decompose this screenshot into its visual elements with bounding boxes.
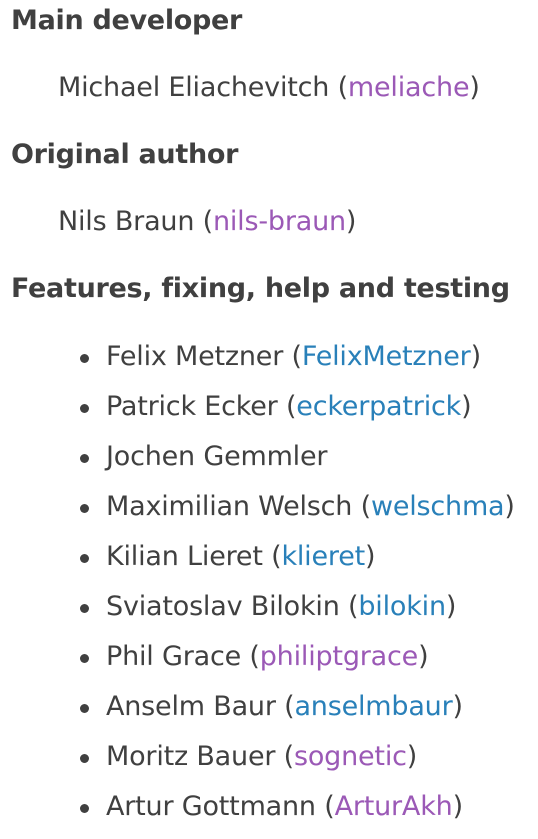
list-item: Phil Grace (philiptgrace) xyxy=(0,639,538,689)
bullet-icon xyxy=(80,804,89,813)
list-item: Maximilian Welsch (welschma) xyxy=(0,489,538,539)
main-developer-handle-link[interactable]: meliache xyxy=(348,72,470,103)
contributor-name: Patrick Ecker xyxy=(106,391,278,422)
original-author-heading: Original author xyxy=(11,139,239,170)
original-author-handle-link[interactable]: nils-braun xyxy=(213,206,346,237)
bullet-icon xyxy=(80,654,89,663)
contributor-name: Jochen Gemmler xyxy=(106,441,328,472)
list-item: Anselm Baur (anselmbaur) xyxy=(0,689,538,739)
bullet-icon xyxy=(80,504,89,513)
contributors-list: Felix Metzner (FelixMetzner) Patrick Eck… xyxy=(0,339,538,839)
contributor-handle-link[interactable]: welschma xyxy=(371,491,505,522)
contributor-handle-link[interactable]: FelixMetzner xyxy=(302,341,471,372)
contributor-handle-link[interactable]: bilokin xyxy=(358,591,446,622)
list-item: Moritz Bauer (sognetic) xyxy=(0,739,538,789)
main-developer-name: Michael Eliachevitch xyxy=(58,72,330,103)
bullet-icon xyxy=(80,704,89,713)
contributor-handle-link[interactable]: anselmbaur xyxy=(294,691,452,722)
contributor-name: Phil Grace xyxy=(106,641,242,672)
contributor-name: Maximilian Welsch xyxy=(106,491,353,522)
list-item: Jochen Gemmler xyxy=(0,439,538,489)
original-author-name: Nils Braun xyxy=(58,206,195,237)
contributor-name: Felix Metzner xyxy=(106,341,284,372)
contributor-name: Artur Gottmann xyxy=(106,791,316,822)
contributor-handle-link[interactable]: klieret xyxy=(281,541,365,572)
bullet-icon xyxy=(80,754,89,763)
contributor-handle-link[interactable]: ArturAkh xyxy=(335,791,453,822)
original-author-entry: Nils Braun (nils-braun) xyxy=(58,206,357,237)
contributors-heading: Features, fixing, help and testing xyxy=(11,273,510,304)
contributor-handle-link[interactable]: eckerpatrick xyxy=(296,391,461,422)
main-developer-heading: Main developer xyxy=(11,5,243,36)
list-item: Kilian Lieret (klieret) xyxy=(0,539,538,589)
list-item: Artur Gottmann (ArturAkh) xyxy=(0,789,538,839)
list-item: Felix Metzner (FelixMetzner) xyxy=(0,339,538,389)
contributor-name: Moritz Bauer xyxy=(106,741,276,772)
main-developer-entry: Michael Eliachevitch (meliache) xyxy=(58,72,480,103)
bullet-icon xyxy=(80,604,89,613)
contributor-handle-link[interactable]: sognetic xyxy=(294,741,407,772)
list-item: Patrick Ecker (eckerpatrick) xyxy=(0,389,538,439)
bullet-icon xyxy=(80,454,89,463)
contributor-handle-link[interactable]: philiptgrace xyxy=(260,641,419,672)
contributor-name: Kilian Lieret xyxy=(106,541,263,572)
bullet-icon xyxy=(80,554,89,563)
contributor-name: Sviatoslav Bilokin xyxy=(106,591,340,622)
bullet-icon xyxy=(80,354,89,363)
bullet-icon xyxy=(80,404,89,413)
contributor-name: Anselm Baur xyxy=(106,691,276,722)
list-item: Sviatoslav Bilokin (bilokin) xyxy=(0,589,538,639)
